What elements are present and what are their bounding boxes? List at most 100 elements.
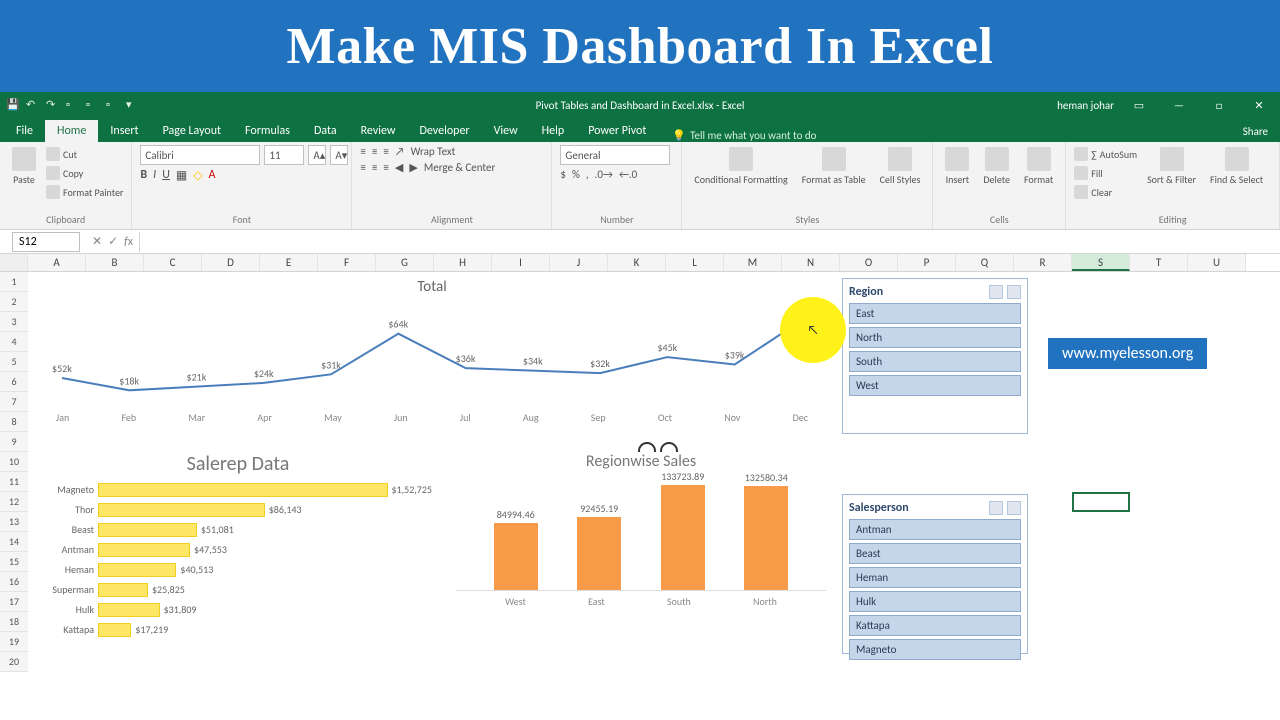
column-header[interactable]: J bbox=[550, 254, 608, 271]
tab-page-layout[interactable]: Page Layout bbox=[151, 120, 233, 142]
delete-cells-button[interactable]: Delete bbox=[979, 145, 1014, 188]
row-header[interactable]: 17 bbox=[0, 592, 28, 612]
share-button[interactable]: Share bbox=[1231, 121, 1280, 142]
slicer-item[interactable]: East bbox=[849, 303, 1021, 324]
underline-button[interactable]: U bbox=[162, 168, 170, 183]
minimize-icon[interactable]: — bbox=[1164, 99, 1194, 112]
row-header[interactable]: 6 bbox=[0, 372, 28, 392]
insert-cells-button[interactable]: Insert bbox=[941, 145, 973, 188]
save-icon[interactable]: 💾 bbox=[6, 98, 20, 112]
column-header[interactable]: R bbox=[1014, 254, 1072, 271]
row-header[interactable]: 16 bbox=[0, 572, 28, 592]
slicer-item[interactable]: Heman bbox=[849, 567, 1021, 588]
multiselect-icon[interactable] bbox=[989, 501, 1003, 515]
slicer-item[interactable]: Hulk bbox=[849, 591, 1021, 612]
row-header[interactable]: 4 bbox=[0, 332, 28, 352]
column-header[interactable]: T bbox=[1130, 254, 1188, 271]
column-header[interactable]: D bbox=[202, 254, 260, 271]
slicer-item[interactable]: Magneto bbox=[849, 639, 1021, 660]
font-grow-button[interactable]: A▴ bbox=[308, 145, 326, 165]
align-right-button[interactable]: ≡ bbox=[383, 161, 388, 174]
slicer-salesperson[interactable]: Salesperson AntmanBeastHemanHulkKattapaM… bbox=[842, 494, 1028, 654]
column-header[interactable]: H bbox=[434, 254, 492, 271]
tab-file[interactable]: File bbox=[4, 120, 45, 142]
font-color-button[interactable]: A bbox=[208, 168, 215, 183]
dec-dec-button[interactable]: ←.0 bbox=[619, 168, 637, 181]
fill-button[interactable]: Fill bbox=[1074, 164, 1137, 182]
row-header[interactable]: 10 bbox=[0, 452, 28, 472]
column-header[interactable]: B bbox=[86, 254, 144, 271]
undo-icon[interactable]: ↶ bbox=[26, 98, 40, 112]
format-cells-button[interactable]: Format bbox=[1020, 145, 1057, 188]
tab-help[interactable]: Help bbox=[530, 120, 577, 142]
font-shrink-button[interactable]: A▾ bbox=[330, 145, 348, 165]
clear-filter-icon[interactable] bbox=[1007, 501, 1021, 515]
row-header[interactable]: 15 bbox=[0, 552, 28, 572]
paste-button[interactable]: Paste bbox=[8, 145, 40, 188]
tab-review[interactable]: Review bbox=[349, 120, 408, 142]
chart-regionwise[interactable]: Regionwise Sales 84994.4692455.19133723.… bbox=[456, 452, 826, 634]
cancel-formula-icon[interactable]: ✕ bbox=[92, 234, 102, 249]
row-header[interactable]: 7 bbox=[0, 392, 28, 412]
column-header[interactable]: C bbox=[144, 254, 202, 271]
tab-view[interactable]: View bbox=[482, 120, 530, 142]
select-all-corner[interactable] bbox=[0, 254, 28, 271]
slicer-item[interactable]: Antman bbox=[849, 519, 1021, 540]
tab-developer[interactable]: Developer bbox=[408, 120, 482, 142]
row-header[interactable]: 2 bbox=[0, 292, 28, 312]
slicer-item[interactable]: West bbox=[849, 375, 1021, 396]
column-header[interactable]: L bbox=[666, 254, 724, 271]
qat-icon[interactable]: ▫ bbox=[66, 98, 80, 112]
chart-monthly-total[interactable]: Total $52k$18k$21k$24k$31k$64k$36k$34k$3… bbox=[38, 276, 826, 444]
tell-me-search[interactable]: 💡 Tell me what you want to do bbox=[672, 129, 816, 142]
dec-inc-button[interactable]: .0→ bbox=[595, 168, 613, 181]
row-header[interactable]: 5 bbox=[0, 352, 28, 372]
clear-filter-icon[interactable] bbox=[1007, 285, 1021, 299]
qat-dropdown-icon[interactable]: ▾ bbox=[126, 98, 140, 112]
cell-styles-button[interactable]: Cell Styles bbox=[876, 145, 925, 188]
column-header[interactable]: N bbox=[782, 254, 840, 271]
column-header[interactable]: G bbox=[376, 254, 434, 271]
row-header[interactable]: 1 bbox=[0, 272, 28, 292]
slicer-region[interactable]: Region EastNorthSouthWest bbox=[842, 278, 1028, 434]
slicer-item[interactable]: South bbox=[849, 351, 1021, 372]
column-header[interactable]: Q bbox=[956, 254, 1014, 271]
font-size-combo[interactable]: 11 bbox=[264, 145, 304, 165]
slicer-item[interactable]: North bbox=[849, 327, 1021, 348]
maximize-icon[interactable]: □ bbox=[1204, 99, 1234, 112]
slicer-item[interactable]: Kattapa bbox=[849, 615, 1021, 636]
column-header[interactable]: K bbox=[608, 254, 666, 271]
username[interactable]: heman johar bbox=[1057, 99, 1114, 112]
accept-formula-icon[interactable]: ✓ bbox=[108, 234, 118, 249]
border-button[interactable]: ▦ bbox=[176, 168, 187, 183]
slicer-item[interactable]: Beast bbox=[849, 543, 1021, 564]
column-header[interactable]: P bbox=[898, 254, 956, 271]
row-header[interactable]: 20 bbox=[0, 652, 28, 672]
align-bottom-button[interactable]: ≡ bbox=[383, 145, 388, 158]
fill-color-button[interactable]: ◇ bbox=[193, 168, 202, 183]
italic-button[interactable]: I bbox=[153, 168, 156, 183]
indent-inc-button[interactable]: ▶ bbox=[409, 161, 417, 174]
orientation-button[interactable]: ↗ bbox=[395, 145, 405, 158]
redo-icon[interactable]: ↷ bbox=[46, 98, 60, 112]
tab-power-pivot[interactable]: Power Pivot bbox=[576, 120, 658, 142]
align-middle-button[interactable]: ≡ bbox=[372, 145, 377, 158]
column-header[interactable]: A bbox=[28, 254, 86, 271]
comma-button[interactable]: , bbox=[586, 168, 589, 181]
column-header[interactable]: S bbox=[1072, 254, 1130, 271]
clear-button[interactable]: Clear bbox=[1074, 183, 1137, 201]
tab-insert[interactable]: Insert bbox=[98, 120, 150, 142]
wrap-text-button[interactable]: Wrap Text bbox=[411, 145, 456, 158]
number-format-combo[interactable]: General bbox=[560, 145, 670, 165]
format-painter-button[interactable]: Format Painter bbox=[46, 183, 123, 201]
row-header[interactable]: 18 bbox=[0, 612, 28, 632]
column-header[interactable]: F bbox=[318, 254, 376, 271]
name-box[interactable]: S12 bbox=[12, 232, 80, 252]
autosum-button[interactable]: ∑ AutoSum bbox=[1074, 145, 1137, 163]
row-header[interactable]: 13 bbox=[0, 512, 28, 532]
column-header[interactable]: O bbox=[840, 254, 898, 271]
conditional-formatting-button[interactable]: Conditional Formatting bbox=[690, 145, 791, 188]
row-header[interactable]: 14 bbox=[0, 532, 28, 552]
row-header[interactable]: 19 bbox=[0, 632, 28, 652]
row-header[interactable]: 9 bbox=[0, 432, 28, 452]
